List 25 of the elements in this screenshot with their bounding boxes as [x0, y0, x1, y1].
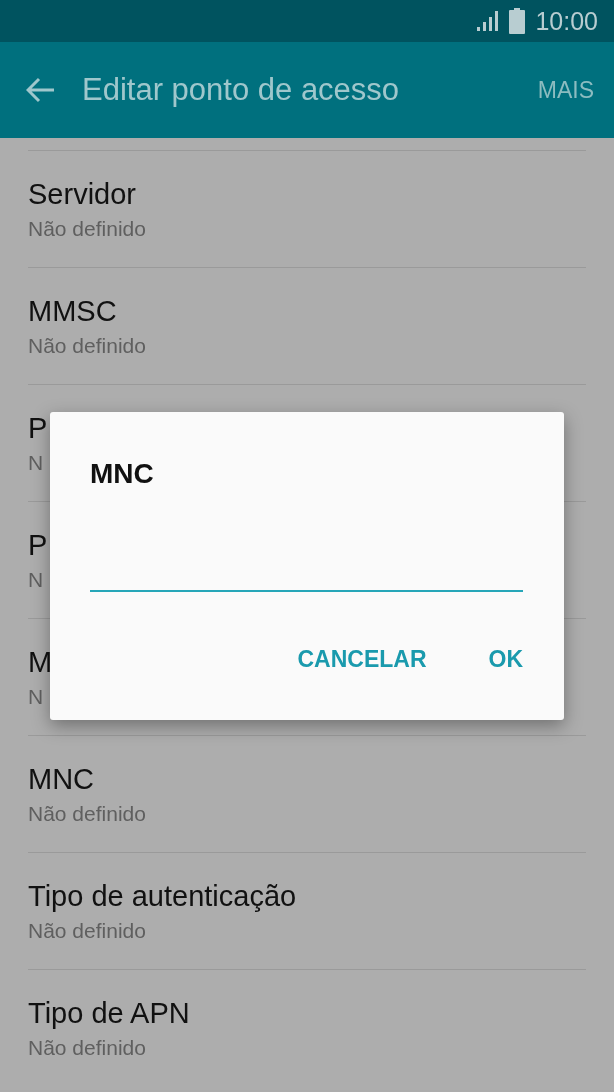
setting-title: Servidor: [28, 177, 136, 211]
screen-title: Editar ponto de acesso: [82, 72, 401, 108]
dialog-button[interactable]: OK: [488, 646, 523, 673]
clock-time: 10:00: [535, 6, 598, 36]
dialog-title: MNC: [90, 458, 154, 490]
setting-value: N: [28, 450, 44, 475]
setting-title: Tipo de APN: [28, 996, 190, 1030]
setting-value: Não definido: [28, 918, 146, 943]
setting-value: N: [28, 567, 44, 592]
setting-value: Não definido: [28, 801, 146, 826]
setting-value: Não definido: [28, 1035, 146, 1060]
signal-icon: [475, 11, 500, 31]
battery-icon: [509, 8, 526, 34]
setting-title: MMSC: [28, 294, 117, 328]
setting-title: M: [28, 645, 53, 679]
setting-title: P: [28, 411, 48, 445]
setting-title: Tipo de autenticação: [28, 879, 297, 913]
dialog-button[interactable]: CANCELAR: [297, 646, 427, 673]
back-arrow-icon[interactable]: [26, 77, 56, 103]
setting-title: MNC: [28, 762, 95, 796]
setting-title: P: [28, 528, 48, 562]
setting-value: N: [28, 684, 44, 709]
more-button[interactable]: MAIS: [537, 76, 594, 104]
setting-value: Não definido: [28, 333, 146, 358]
setting-value: Não definido: [28, 216, 146, 241]
